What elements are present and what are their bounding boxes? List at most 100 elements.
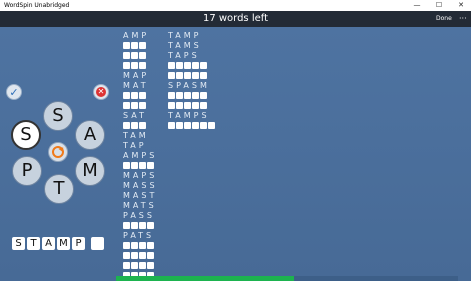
hidden-word-slots [123,261,158,271]
letter-tile[interactable]: T [44,174,74,204]
letter-slot [123,262,130,269]
letter-slot [147,242,154,249]
entry-letter: T [27,237,40,250]
window-title: WordSpin Unabridged [4,2,70,9]
letter-slot [131,42,138,49]
letter-slot [192,62,199,69]
letter-slot [192,122,199,129]
hidden-word-slots [168,101,215,111]
letter-slot [139,122,146,129]
word-list-column: AMP MAP MAT SAT TAM TAP AMPS MAPS MASS MAST MATS PA… [123,31,158,281]
letter-slot [131,162,138,169]
letter-tile[interactable]: P [12,156,42,186]
letter-slot [192,72,199,79]
letter-slot [123,42,130,49]
found-word: SPASM [168,81,210,90]
found-word: MAPS [123,171,158,180]
letter-slot [147,262,154,269]
letter-slot [123,92,130,99]
check-icon: ✓ [9,86,19,99]
found-word: MAT [123,81,149,90]
found-word: PATS [123,231,155,240]
found-word: MAP [123,71,150,80]
hidden-word-slots [168,91,215,101]
letter-slot [139,242,146,249]
letter-slot [139,162,146,169]
hidden-word-slots [123,251,158,261]
letter-slot [200,102,207,109]
letter-slot [131,92,138,99]
found-word: TAM [123,131,149,140]
letter-slot [131,252,138,259]
letter-slot [147,162,154,169]
found-word: TAMPS [168,111,210,120]
letter-slot [176,92,183,99]
letter-slot [176,122,183,129]
hidden-word-slots [123,61,158,71]
entry-letter: P [72,237,85,250]
letter-slot [176,102,183,109]
words-left-counter: 17 words left [202,13,269,24]
hidden-word-slots [123,91,158,101]
letter-tile[interactable]: A [75,120,105,150]
letter-slot [123,222,130,229]
letter-slot [184,92,191,99]
word-list-column: TAMP TAMS TAPS SPASM TAMPS [168,31,215,131]
letter-slot [139,252,146,259]
maximize-button[interactable]: ☐ [430,0,448,11]
hidden-word-slots [123,161,158,171]
letter-slot [168,62,175,69]
found-word: MATS [123,201,157,210]
letter-slot [139,102,146,109]
done-button[interactable]: Done [436,11,452,27]
found-word: MASS [123,181,158,190]
letter-slot [184,72,191,79]
game-header: 17 words left Done ··· [0,11,471,27]
progress-bar [116,276,294,281]
clear-word-button[interactable]: ✕ [93,84,109,100]
found-word: TAPS [168,51,200,60]
letter-slot [184,62,191,69]
hidden-word-slots [123,101,158,111]
letter-slot [131,242,138,249]
submit-word-button[interactable]: ✓ [6,84,22,100]
shuffle-button[interactable] [48,142,68,162]
window-titlebar: WordSpin Unabridged — ☐ ✕ [0,0,471,11]
letter-tile[interactable]: S [43,101,73,131]
entry-letter: S [12,237,25,250]
letter-slot [123,102,130,109]
found-word: MAST [123,191,158,200]
letter-slot [192,102,199,109]
letter-slot [123,52,130,59]
letter-slot [123,252,130,259]
letter-slot [131,102,138,109]
more-options-button[interactable]: ··· [459,11,467,27]
letter-slot [139,262,146,269]
close-window-button[interactable]: ✕ [452,0,470,11]
letter-slot [147,222,154,229]
letter-slot [168,102,175,109]
letter-slot [184,102,191,109]
hidden-word-slots [123,51,158,61]
letter-slot [139,92,146,99]
letter-slot [139,222,146,229]
letter-slot [131,222,138,229]
letter-slot [131,52,138,59]
shuffle-icon [52,146,64,158]
letter-slot [147,252,154,259]
hidden-word-slots [123,241,158,251]
minimize-button[interactable]: — [408,0,426,11]
letter-tile[interactable]: M [75,156,105,186]
hidden-word-slots [123,121,158,131]
letter-slot [200,122,207,129]
letter-slot [131,262,138,269]
letter-slot [139,62,146,69]
found-word: AMPS [123,151,158,160]
letter-slot [168,122,175,129]
letter-slot [200,72,207,79]
letter-slot [139,52,146,59]
letter-tile-selected[interactable]: S [11,120,41,150]
letter-slot [139,42,146,49]
letter-slot [123,162,130,169]
letter-slot [131,62,138,69]
